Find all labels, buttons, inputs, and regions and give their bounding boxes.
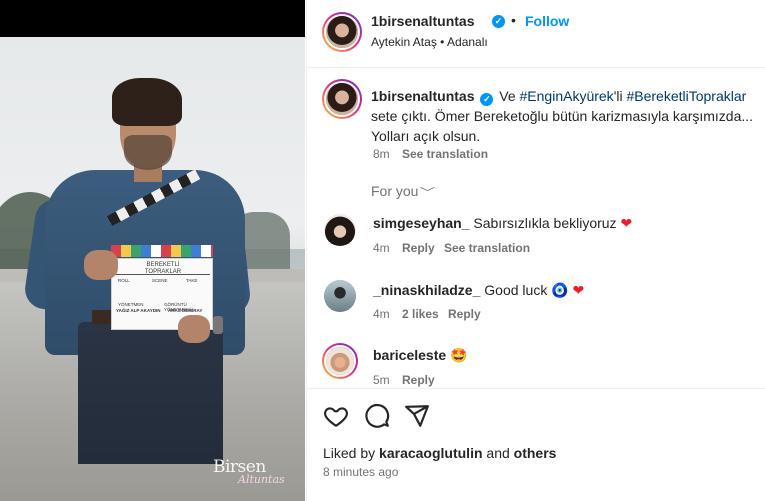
comment-1-reply[interactable]: Reply xyxy=(402,241,435,255)
man-watch xyxy=(213,316,223,334)
comment-1-time: 4m xyxy=(373,241,390,255)
comment-2-reply[interactable]: Reply xyxy=(448,307,481,321)
comment-icon[interactable] xyxy=(364,403,390,429)
comment-1-text: Sabırsızlıkla bekliyoruz xyxy=(473,215,617,231)
caption-text-before: Ve xyxy=(499,88,520,104)
share-icon[interactable] xyxy=(404,403,430,429)
chevron-down-icon: ﹀ xyxy=(420,187,436,199)
clapper-color-bar xyxy=(111,245,213,257)
liked-by-prefix: Liked by xyxy=(323,445,380,461)
comment-2-text: Good luck xyxy=(484,282,548,298)
comment-3-emoji: 🤩 xyxy=(450,347,468,363)
man-beard xyxy=(124,135,172,170)
heart-icon[interactable] xyxy=(323,403,349,429)
comment-2-username[interactable]: _ninaskhiladze_ xyxy=(373,282,480,298)
post-caption: 1birsenaltuntas ✓ Ve #EnginAkyürek'li #B… xyxy=(371,86,761,146)
author-avatar-image xyxy=(326,16,358,48)
comment-2-time: 4m xyxy=(373,307,390,321)
caption-text-mid: 'li xyxy=(613,88,627,104)
post-header: 1birsenaltuntas ✓ • Follow Aytekin Ataş … xyxy=(307,0,765,68)
clapper-roll-label: ROLL xyxy=(118,278,130,283)
comment-avatar-simgeseyhan[interactable] xyxy=(324,214,356,246)
caption-time: 8m xyxy=(373,147,390,161)
clapper-dop: ARAS DEMİRAY xyxy=(168,308,203,313)
comment-3-username[interactable]: bariceleste xyxy=(373,347,446,363)
comment-1-emoji: ❤ xyxy=(620,215,633,231)
comment-1-see-translation[interactable]: See translation xyxy=(444,241,530,255)
comment-avatar-ninaskhiladze[interactable] xyxy=(324,280,356,312)
caption-author-avatar[interactable] xyxy=(322,79,362,119)
comment-2: _ninaskhiladze_ Good luck 🧿 ❤ xyxy=(373,282,584,299)
comment-2-emoji: 🧿 ❤ xyxy=(551,282,585,298)
for-you-toggle[interactable]: For you ﹀ xyxy=(371,183,436,200)
liked-by-and: and xyxy=(482,445,514,461)
comment-3: bariceleste 🤩 xyxy=(373,347,468,364)
clapper-scene-label: SCENE xyxy=(152,278,168,283)
man-pants xyxy=(78,322,223,464)
author-username[interactable]: 1birsenaltuntas xyxy=(371,13,474,29)
caption-avatar-image xyxy=(326,83,358,115)
caption-see-translation[interactable]: See translation xyxy=(402,147,488,161)
comment-3-reply[interactable]: Reply xyxy=(402,373,435,387)
liked-by-user[interactable]: karacaoglutulin xyxy=(379,445,482,461)
liked-by: Liked by karacaoglutulin and others xyxy=(323,445,556,461)
post-timestamp: 8 minutes ago xyxy=(323,465,399,479)
post-actions: Liked by karacaoglutulin and others 8 mi… xyxy=(307,388,765,501)
post-panel: 1birsenaltuntas ✓ • Follow Aytekin Ataş … xyxy=(306,0,765,501)
caption-verified-badge-icon: ✓ xyxy=(480,93,494,106)
verified-badge-icon: ✓ xyxy=(492,15,505,28)
photo-watermark-script: Altuntas xyxy=(238,473,285,486)
comment-avatar-bariceleste[interactable] xyxy=(322,343,358,379)
man-hair xyxy=(112,78,182,126)
man-right-hand xyxy=(178,315,210,343)
author-avatar[interactable] xyxy=(322,12,362,52)
clapper-director-label: YÖNETMEN xyxy=(118,302,144,307)
clapper-director: YAĞIZ ALP AKAYDIN xyxy=(116,308,161,313)
clapper-take-label: TAKE xyxy=(186,278,198,283)
follow-button[interactable]: Follow xyxy=(525,13,569,29)
comment-1-username[interactable]: simgeseyhan_ xyxy=(373,215,470,231)
comment-3-time: 5m xyxy=(373,373,390,387)
man-left-hand xyxy=(84,250,118,280)
liked-by-others[interactable]: others xyxy=(514,445,557,461)
caption-username[interactable]: 1birsenaltuntas xyxy=(371,88,474,104)
post-location[interactable]: Aytekin Ataş • Adanalı xyxy=(371,35,488,49)
post-media[interactable]: BEREKETLİ TOPRAKLAR ROLL SCENE TAKE YÖNE… xyxy=(0,0,305,501)
caption-text-after: sete çıktı. Ömer Bereketoğlu bütün kariz… xyxy=(371,108,754,144)
separator-dot: • xyxy=(511,12,516,28)
comment-2-likes[interactable]: 2 likes xyxy=(402,307,439,321)
for-you-label: For you xyxy=(371,183,419,199)
hashtag-enginakyurek[interactable]: #EnginAkyürek xyxy=(520,88,614,104)
hashtag-bereketlitopraklar[interactable]: #BereketliTopraklar xyxy=(626,88,746,104)
comment-1: simgeseyhan_ Sabırsızlıkla bekliyoruz ❤ xyxy=(373,215,632,232)
